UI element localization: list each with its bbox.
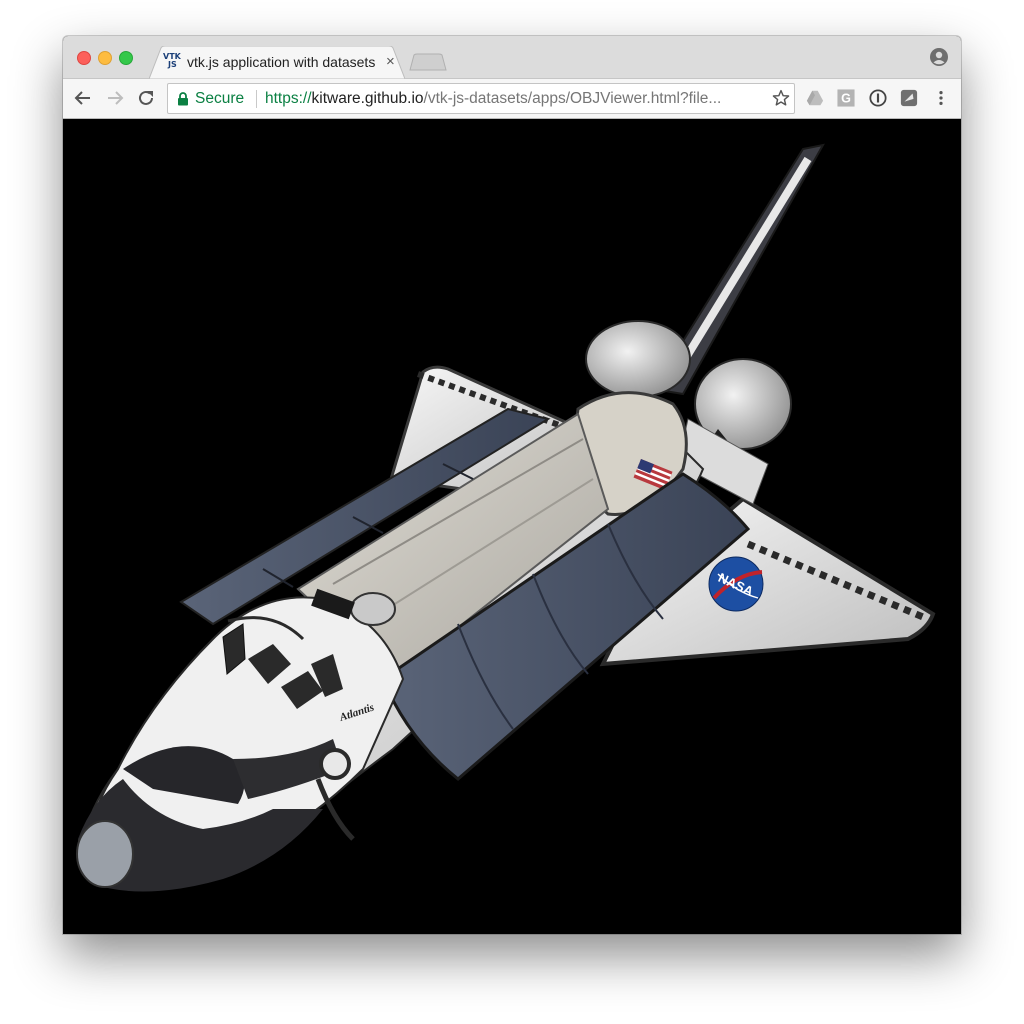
vtk-favicon-icon: VTK JS <box>163 53 181 71</box>
nose-cap <box>76 820 134 888</box>
browser-window: VTK JS vtk.js application with datasets … <box>63 36 961 934</box>
favicon-text-bottom: JS <box>168 60 177 69</box>
back-icon[interactable] <box>73 88 93 108</box>
url-path: /vtk-js-datasets/apps/OBJViewer.html?fil… <box>423 90 722 107</box>
airlock <box>350 592 396 626</box>
side-hatch <box>319 748 351 780</box>
svg-text:G: G <box>841 92 851 106</box>
1password-icon[interactable] <box>869 89 887 107</box>
shuttle-render: Atlantis NASA <box>76 143 936 892</box>
maximize-window-button[interactable] <box>119 51 133 65</box>
url-scheme: https:// <box>265 90 312 107</box>
secure-label: Secure <box>195 90 245 107</box>
google-drive-icon[interactable] <box>806 89 824 107</box>
forward-icon[interactable] <box>105 88 125 108</box>
extension-icon[interactable] <box>900 89 918 107</box>
nasa-logo: NASA <box>708 556 764 612</box>
menu-icon[interactable] <box>933 89 949 107</box>
toolbar: Secure https://kitware.github.io/vtk-js-… <box>63 79 961 119</box>
tab-active[interactable]: VTK JS vtk.js application with datasets … <box>149 46 405 79</box>
address-bar[interactable]: Secure https://kitware.github.io/vtk-js-… <box>167 83 795 114</box>
reload-icon[interactable] <box>136 88 156 108</box>
url-host: kitware.github.io <box>311 90 424 107</box>
lock-icon <box>178 92 188 106</box>
g-extension-icon[interactable]: G <box>837 89 855 107</box>
tab-title: vtk.js application with datasets <box>187 54 376 70</box>
profile-icon[interactable] <box>929 47 949 67</box>
new-tab-button[interactable] <box>409 53 447 71</box>
tab-close-icon[interactable]: × <box>386 53 395 70</box>
close-window-button[interactable] <box>77 51 91 65</box>
url-text[interactable]: https://kitware.github.io/vtk-js-dataset… <box>265 90 721 108</box>
render-viewport[interactable]: Atlantis NASA <box>63 119 961 934</box>
tab-strip: VTK JS vtk.js application with datasets … <box>63 36 961 79</box>
star-icon[interactable] <box>772 89 790 107</box>
oms-pod-left <box>585 320 691 398</box>
omnibox-separator <box>256 90 257 108</box>
minimize-window-button[interactable] <box>98 51 112 65</box>
